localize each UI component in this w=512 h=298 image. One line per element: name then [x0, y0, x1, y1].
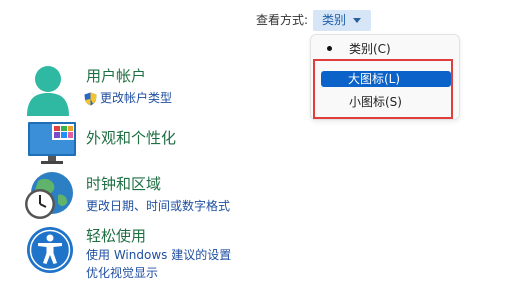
category-title-clock-region[interactable]: 时钟和区域: [86, 175, 161, 193]
category-title-user-accounts[interactable]: 用户帐户: [86, 67, 146, 85]
selected-bullet-icon: [327, 46, 332, 51]
annotation-highlight-box: [313, 59, 453, 119]
link-change-account-type[interactable]: 更改帐户类型: [100, 91, 172, 106]
category-title-ease-of-access[interactable]: 轻松使用: [86, 227, 146, 245]
menu-item-category[interactable]: 类别(C): [349, 41, 391, 57]
category-title-appearance[interactable]: 外观和个性化: [86, 129, 176, 147]
shield-icon: [84, 91, 97, 106]
dropdown-caret-icon: [353, 18, 361, 23]
appearance-icon[interactable]: [28, 122, 76, 164]
clock-region-icon[interactable]: [22, 171, 76, 223]
view-by-select[interactable]: 类别: [313, 10, 371, 31]
view-by-selected: 类别: [322, 13, 347, 27]
user-accounts-icon[interactable]: [22, 64, 74, 116]
accessibility-icon[interactable]: [26, 226, 74, 274]
link-change-date-time-format[interactable]: 更改日期、时间或数字格式: [86, 199, 230, 214]
link-optimize-visual-display[interactable]: 优化视觉显示: [86, 266, 158, 281]
link-use-windows-recommended[interactable]: 使用 Windows 建议的设置: [86, 248, 231, 263]
view-by-label: 查看方式:: [256, 13, 309, 27]
